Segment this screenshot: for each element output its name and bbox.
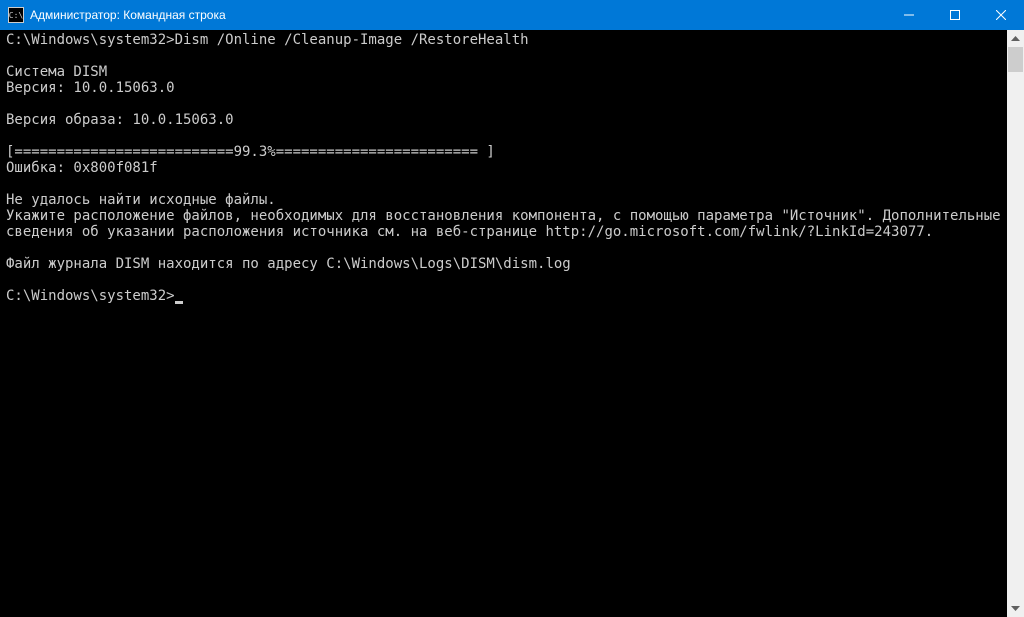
app-icon-text: C:\ (9, 11, 23, 20)
maximize-button[interactable] (932, 0, 978, 30)
terminal-output[interactable]: C:\Windows\system32>Dism /Online /Cleanu… (0, 30, 1007, 617)
window-title: Администратор: Командная строка (30, 8, 886, 22)
terminal-line: Ошибка: 0x800f081f (6, 160, 1007, 176)
cursor (175, 301, 183, 304)
scrollbar-track[interactable] (1007, 47, 1024, 600)
titlebar[interactable]: C:\ Администратор: Командная строка (0, 0, 1024, 30)
terminal-line (6, 128, 1007, 144)
terminal-line (6, 272, 1007, 288)
titlebar-buttons (886, 0, 1024, 30)
terminal-line: Cистема DISM (6, 64, 1007, 80)
terminal-line (6, 176, 1007, 192)
app-icon: C:\ (8, 7, 24, 23)
close-button[interactable] (978, 0, 1024, 30)
terminal-line: Не удалось найти исходные файлы. (6, 192, 1007, 208)
command-prompt-window: C:\ Администратор: Командная строка C:\W… (0, 0, 1024, 617)
terminal-line: [==========================99.3%========… (6, 144, 1007, 160)
scroll-up-arrow-icon[interactable] (1007, 30, 1024, 47)
terminal-line: Файл журнала DISM находится по адресу C:… (6, 256, 1007, 272)
scrollbar-thumb[interactable] (1008, 47, 1023, 72)
terminal-line (6, 240, 1007, 256)
scroll-down-arrow-icon[interactable] (1007, 600, 1024, 617)
terminal-line: Укажите расположение файлов, необходимых… (6, 208, 1007, 240)
vertical-scrollbar[interactable] (1007, 30, 1024, 617)
terminal-line: C:\Windows\system32>Dism /Online /Cleanu… (6, 32, 1007, 48)
terminal-line (6, 96, 1007, 112)
terminal-line (6, 48, 1007, 64)
content-wrapper: C:\Windows\system32>Dism /Online /Cleanu… (0, 30, 1024, 617)
terminal-line: C:\Windows\system32> (6, 288, 1007, 304)
minimize-button[interactable] (886, 0, 932, 30)
terminal-line: Версия: 10.0.15063.0 (6, 80, 1007, 96)
terminal-line: Версия образа: 10.0.15063.0 (6, 112, 1007, 128)
